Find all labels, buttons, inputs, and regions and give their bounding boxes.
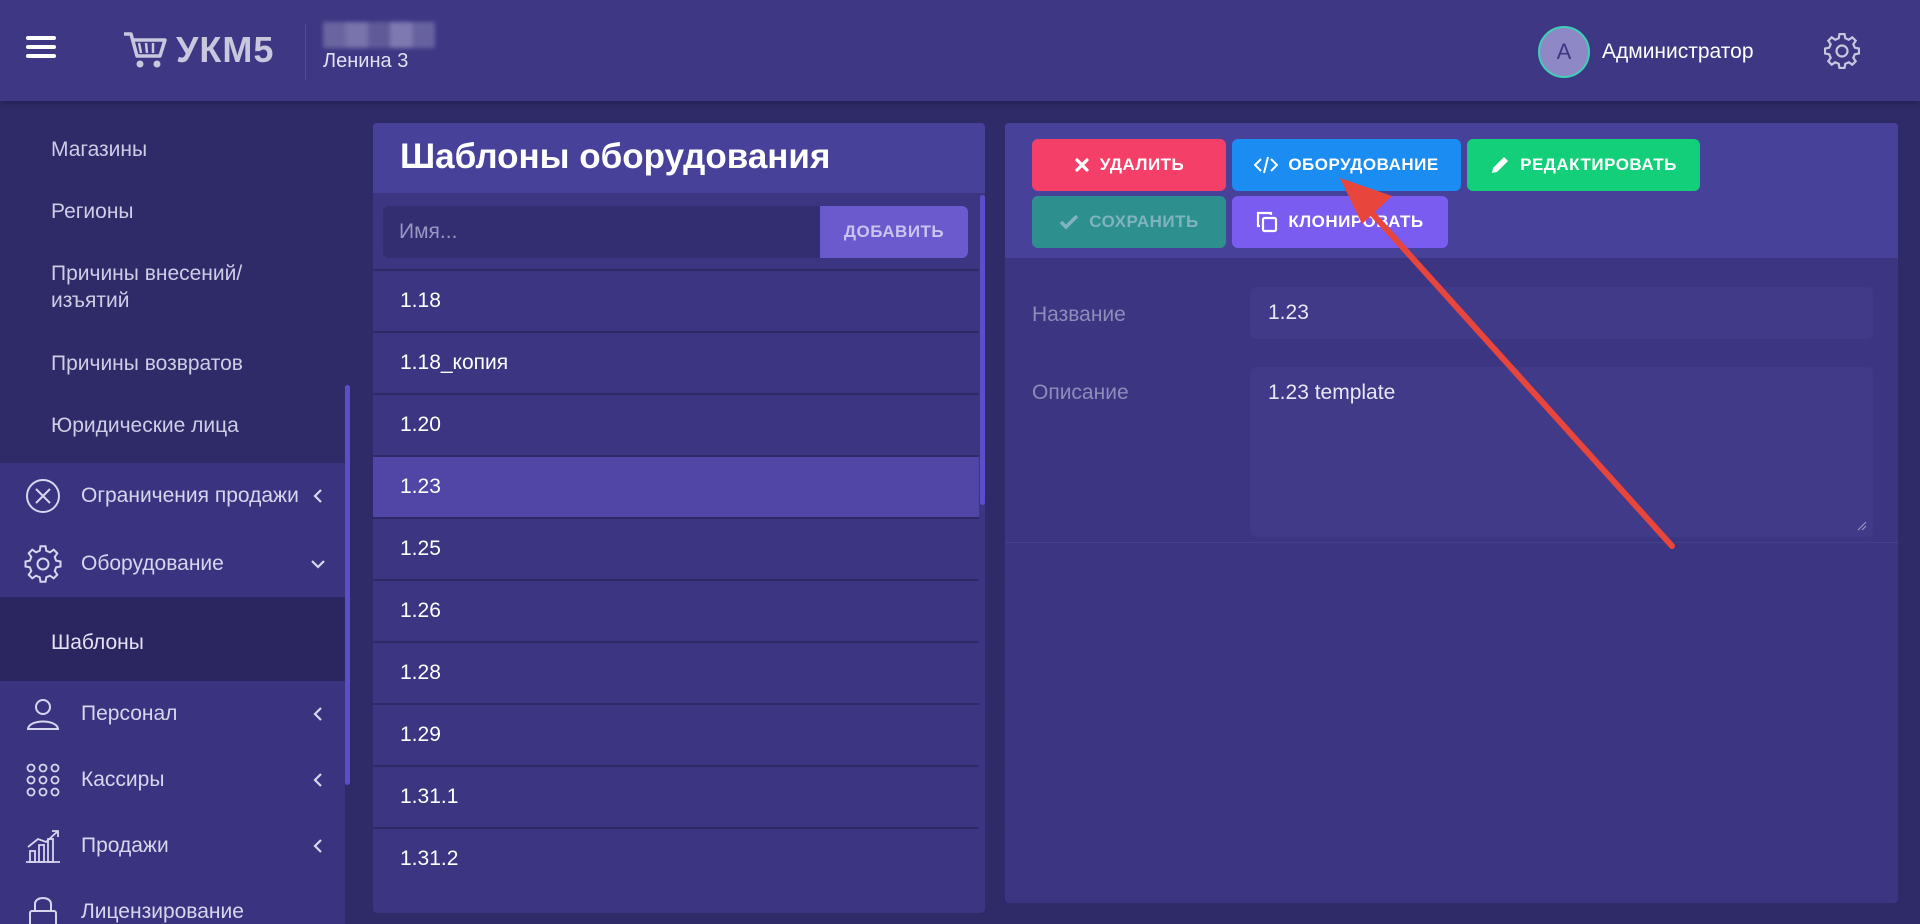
code-icon [1254,156,1279,174]
description-field[interactable]: 1.23 template [1250,367,1873,537]
list-item[interactable]: 1.31.1 [373,765,979,827]
sidebar-item-label: Оборудование [81,552,224,575]
sidebar-item-equipment[interactable]: Оборудование [0,531,345,597]
sidebar-item-regions[interactable]: Регионы [51,198,134,225]
sidebar: Магазины Регионы Причины внесений/ изъят… [0,101,345,924]
save-button[interactable]: СОХРАНИТЬ [1032,196,1226,248]
clone-button[interactable]: КЛОНИРОВАТЬ [1232,196,1448,248]
list-item[interactable]: 1.31.2 [373,827,979,889]
avatar: А [1538,26,1590,78]
menu-icon[interactable] [26,36,56,62]
equipment-button[interactable]: ОБОРУДОВАНИЕ [1232,139,1461,191]
lock-icon [29,897,57,924]
chart-icon [26,830,60,863]
sidebar-item-stores[interactable]: Магазины [51,136,147,163]
page-title: Шаблоны оборудования [400,137,831,176]
name-label: Название [1032,303,1126,326]
list-item[interactable]: 1.28 [373,641,979,703]
sidebar-item-return-reasons[interactable]: Причины возвратов [51,350,243,377]
chevron-left-icon [313,707,322,721]
sidebar-item-sales[interactable]: Продажи [0,813,345,879]
app-logo[interactable]: УКМ5 [122,28,274,72]
edit-button[interactable]: РЕДАКТИРОВАТЬ [1467,139,1700,191]
store-name: Ленина 3 [323,50,409,72]
templates-panel: Шаблоны оборудования ДОБАВИТЬ 1.18 1.18_… [373,123,985,913]
equipment-button-label: ОБОРУДОВАНИЕ [1288,155,1439,174]
header-divider [305,24,306,80]
sidebar-item-label: Персонал [81,702,178,725]
pencil-icon [1492,157,1509,173]
sidebar-item-label: Лицензирование [81,900,244,923]
close-icon [1075,158,1089,172]
templates-list: 1.18 1.18_копия 1.20 1.23 1.25 1.26 1.28… [373,269,979,889]
person-icon [26,699,60,730]
user-menu[interactable]: А Администратор [1538,26,1754,78]
sidebar-item-label: Ограничения продажи [81,484,299,507]
chevron-left-icon [313,773,322,787]
list-item[interactable]: 1.18_копия [373,331,979,393]
app-name: УКМ5 [176,29,275,70]
sidebar-scrollbar[interactable] [345,385,350,785]
sidebar-item-cashiers[interactable]: Кассиры [0,747,345,813]
clone-button-label: КЛОНИРОВАТЬ [1288,212,1424,231]
template-detail-panel: УДАЛИТЬ ОБОРУДОВАНИЕ РЕДАКТИРОВАТЬ СОХРА… [1005,123,1898,903]
add-template-row: ДОБАВИТЬ [383,206,968,258]
description-text: 1.23 template [1268,381,1396,404]
store-selector[interactable]: Ленина 3 [323,22,435,73]
sidebar-item-legal-entities[interactable]: Юридические лица [51,412,239,439]
list-item[interactable]: 1.25 [373,517,979,579]
list-item[interactable]: 1.20 [373,393,979,455]
gear-icon[interactable] [1824,33,1860,69]
store-chain-blurred [323,22,435,48]
list-item[interactable]: 1.18 [373,269,979,331]
sidebar-item-sale-restrictions[interactable]: Ограничения продажи [0,463,345,529]
delete-button-label: УДАЛИТЬ [1099,155,1185,174]
circle-x-icon [26,479,60,513]
sidebar-item-label: Кассиры [81,768,165,791]
name-field[interactable]: 1.23 [1250,287,1873,339]
detail-divider [1005,542,1898,543]
chevron-left-icon [313,839,322,853]
check-icon [1060,214,1079,230]
list-item[interactable]: 1.29 [373,703,979,765]
sidebar-item-templates[interactable]: Шаблоны [51,629,144,656]
template-name-input[interactable] [383,206,820,258]
dots-grid-icon [26,763,60,797]
delete-button[interactable]: УДАЛИТЬ [1032,139,1226,191]
edit-button-label: РЕДАКТИРОВАТЬ [1520,155,1677,174]
top-bar: УКМ5 Ленина 3 А Администратор [0,0,1920,101]
list-scrollbar[interactable] [980,195,985,505]
save-button-label: СОХРАНИТЬ [1089,212,1199,231]
list-item[interactable]: 1.26 [373,579,979,641]
chevron-down-icon [311,560,325,569]
user-name: Администратор [1602,40,1754,63]
sidebar-item-staff[interactable]: Персонал [0,681,345,747]
sidebar-item-cash-reasons[interactable]: Причины внесений/ изъятий [51,260,301,314]
sidebar-item-licensing[interactable]: Лицензирование [0,879,345,924]
sidebar-item-label: Продажи [81,834,169,857]
add-button[interactable]: ДОБАВИТЬ [820,206,968,258]
list-item-selected[interactable]: 1.23 [373,455,979,517]
gear-icon [24,545,62,583]
cart-icon [124,32,167,68]
description-label: Описание [1032,381,1129,404]
chevron-left-icon [313,489,322,503]
copy-icon [1257,211,1278,233]
resize-handle-icon[interactable] [1855,519,1867,531]
